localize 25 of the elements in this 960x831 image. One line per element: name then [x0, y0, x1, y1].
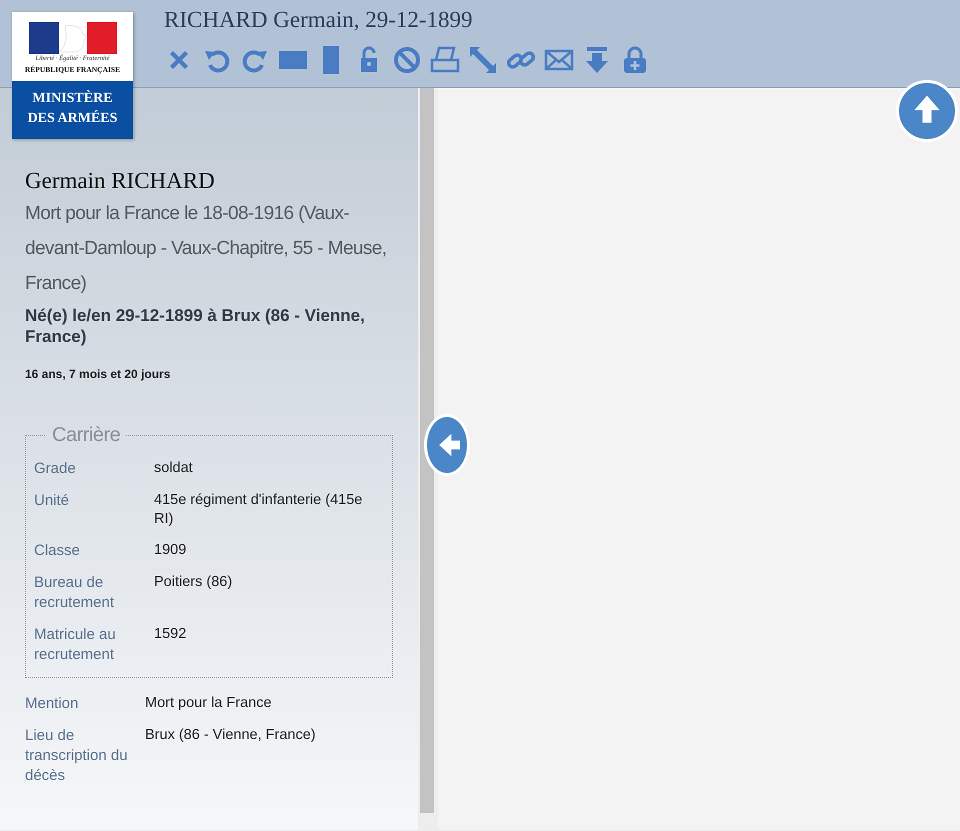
death-info: Mort pour la France le 18-08-1916 (Vaux-devant-Damloup - Vaux-Chapitre, 55 - Meuse, France)	[25, 202, 388, 296]
ministry-name: MINISTÈRE DES ARMÉES	[12, 81, 133, 139]
field-value: Poitiers (86)	[154, 573, 234, 592]
field-value: Brux (86 - Vienne, France)	[145, 726, 317, 745]
diagonal-arrow-icon[interactable]	[468, 45, 498, 75]
field-value: soldat	[154, 459, 194, 478]
age-at-death: 16 ans, 7 mois et 20 jours	[25, 366, 172, 383]
field-label: Classe	[34, 541, 81, 561]
printer-icon[interactable]	[430, 45, 460, 75]
field-label: Matricule au recrutement	[34, 625, 117, 665]
field-value: 415e régiment d'infanterie (415e RI)	[154, 491, 364, 529]
field-value: Mort pour la France	[145, 694, 273, 713]
field-value: 1909	[154, 541, 188, 560]
career-legend: Carrière	[46, 423, 126, 447]
record-title: RICHARD Germain, 29-12-1899	[164, 6, 474, 34]
field-label: Unité	[34, 491, 70, 511]
prohibited-icon[interactable]	[392, 45, 422, 75]
field-label: Bureau de recrutement	[34, 573, 116, 613]
person-name: Germain RICHARD	[25, 167, 216, 195]
field-value: 1592	[154, 625, 188, 644]
field-label: Grade	[34, 459, 77, 479]
scrollbar-thumb[interactable]	[420, 88, 434, 813]
birth-info: Né(e) le/en 29-12-1899 à Brux (86 - Vienne, France)	[25, 305, 366, 347]
field-label: Lieu de transcription du décès	[25, 726, 129, 786]
field-label: Mention	[25, 694, 80, 714]
